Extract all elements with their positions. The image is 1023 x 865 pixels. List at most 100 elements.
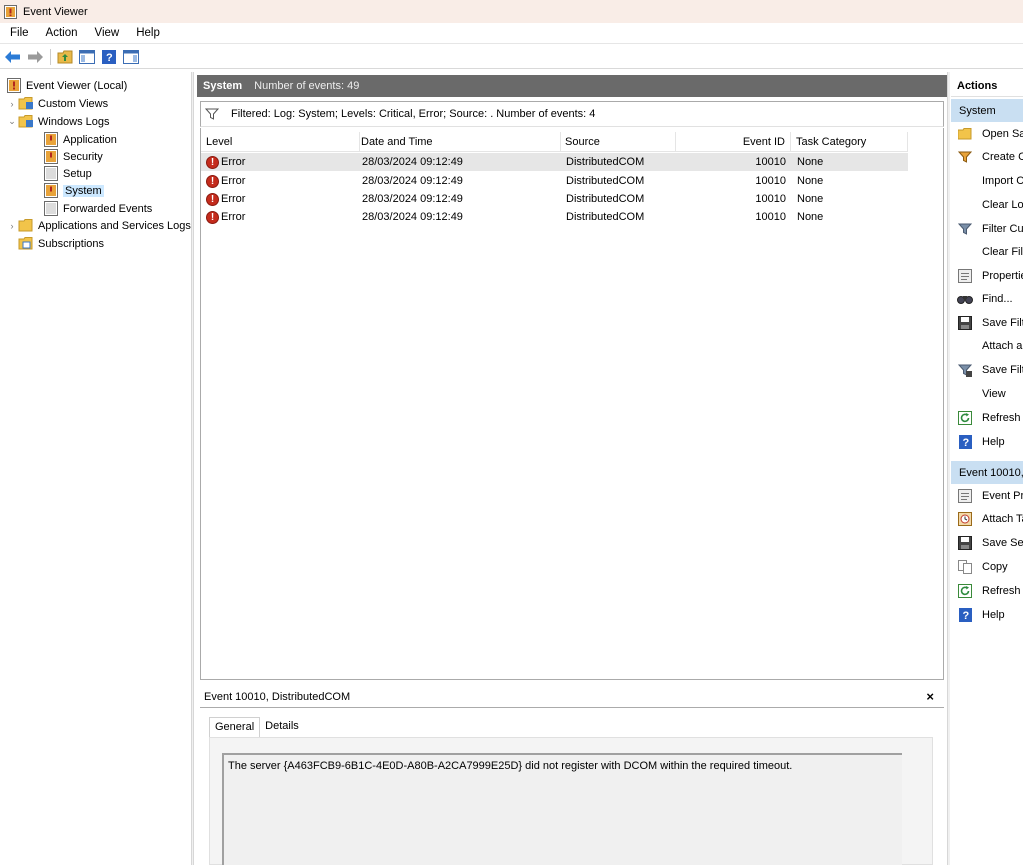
menu-help[interactable]: Help xyxy=(129,27,167,39)
action-clear-filter[interactable]: Clear Filter xyxy=(951,240,1023,263)
copy-icon xyxy=(957,559,973,575)
action-label: Filter Current Log... xyxy=(982,222,1023,235)
task-category-cell: None xyxy=(797,211,824,223)
action-filter-current-log[interactable]: Filter Current Log... xyxy=(951,217,1023,240)
event-id-cell: 10010 xyxy=(755,156,786,168)
tree-item-label: Forwarded Events xyxy=(63,202,153,215)
action-open-saved-log[interactable]: Open Saved Log... xyxy=(951,122,1023,145)
tree-item-system[interactable]: System xyxy=(43,182,104,199)
level-text: Error xyxy=(221,156,246,168)
action-properties[interactable]: Properties xyxy=(951,264,1023,287)
back-button[interactable] xyxy=(4,49,22,65)
event-detail-pane: Event 10010, DistributedCOM × General De… xyxy=(200,686,944,865)
help-toolbar-button[interactable]: ? xyxy=(100,49,118,65)
log-icon xyxy=(44,132,58,147)
menu-view[interactable]: View xyxy=(88,27,127,39)
window-title: Event Viewer xyxy=(23,5,88,18)
action-view[interactable]: View xyxy=(951,382,1023,405)
menu-bar: File Action View Help xyxy=(0,23,1023,44)
table-row[interactable]: ! Error 28/03/2024 09:12:49 DistributedCO… xyxy=(201,153,908,171)
tree-item-setup[interactable]: Setup xyxy=(43,165,92,182)
tree-item-label: Setup xyxy=(63,167,92,180)
tree-item-label: Custom Views xyxy=(38,97,109,110)
tree-item-label: Event Viewer (Local) xyxy=(26,79,128,92)
action-refresh[interactable]: Refresh xyxy=(951,406,1023,429)
actions-section-event[interactable]: Event 10010, DistributedCOM xyxy=(951,461,1023,484)
event-count: Number of events: 49 xyxy=(254,80,360,92)
actions-section-system[interactable]: System xyxy=(951,99,1023,122)
error-icon: ! xyxy=(206,174,219,188)
event-id-cell: 10010 xyxy=(755,193,786,205)
toolbar: ? xyxy=(0,45,1023,69)
action-import-custom-view[interactable]: Import Custom View... xyxy=(951,169,1023,192)
back-arrow-icon xyxy=(5,50,20,63)
tree-item-forwarded-events[interactable]: Forwarded Events xyxy=(43,200,152,217)
tab-details[interactable]: Details xyxy=(260,717,304,738)
column-event-id[interactable]: Event ID xyxy=(676,132,791,152)
tree-item-applications-and-services-logs[interactable]: › Applications and Services Logs xyxy=(6,217,191,234)
action-save-filtered-log[interactable]: Save Filtered Log File As... xyxy=(951,311,1023,334)
tree-item-application[interactable]: Application xyxy=(43,131,117,148)
save-icon xyxy=(957,315,973,331)
show-hide-console-tree-button[interactable] xyxy=(78,49,96,65)
right-splitter[interactable] xyxy=(947,72,950,865)
chevron-right-icon[interactable]: › xyxy=(6,221,18,231)
level-cell: ! Error xyxy=(206,153,245,171)
chevron-right-icon[interactable]: › xyxy=(6,99,18,109)
log-header: System Number of events: 49 xyxy=(197,75,947,97)
event-message[interactable]: The server {A463FCB9-6B1C-4E0D-A80B-A2CA… xyxy=(222,753,902,865)
action-help-event[interactable]: ? Help xyxy=(951,603,1023,626)
action-create-custom-view[interactable]: Create Custom View... xyxy=(951,145,1023,168)
help-icon: ? xyxy=(102,49,116,64)
column-date-and-time[interactable]: Date and Time xyxy=(356,132,561,152)
forward-button[interactable] xyxy=(26,49,44,65)
log-name: System xyxy=(203,80,243,92)
action-refresh-event[interactable]: Refresh xyxy=(951,579,1023,602)
show-hide-action-pane-button[interactable] xyxy=(122,49,140,65)
properties-icon xyxy=(957,488,973,504)
tab-general[interactable]: General xyxy=(209,717,261,738)
left-splitter[interactable] xyxy=(191,72,194,865)
datetime-cell: 28/03/2024 09:12:49 xyxy=(362,175,463,187)
action-attach-task-to-event[interactable]: Attach Task To This Event... xyxy=(951,507,1023,530)
detail-header: Event 10010, DistributedCOM × xyxy=(200,686,944,708)
column-level[interactable]: Level xyxy=(201,132,360,152)
table-row[interactable]: ! Error 28/03/2024 09:12:49 DistributedCO… xyxy=(201,172,908,190)
tree-item-custom-views[interactable]: › Custom Views xyxy=(6,95,108,112)
tree-item-event-viewer-local[interactable]: Event Viewer (Local) xyxy=(6,77,127,94)
events-grid: Level Date and Time Source Event ID Task… xyxy=(200,128,944,680)
column-source[interactable]: Source xyxy=(560,132,676,152)
action-find[interactable]: Find... xyxy=(951,287,1023,310)
open-folder-icon xyxy=(957,126,973,142)
tree-item-security[interactable]: Security xyxy=(43,148,103,165)
menu-action[interactable]: Action xyxy=(39,27,85,39)
grid-header: Level Date and Time Source Event ID Task… xyxy=(201,132,908,152)
filter-save-icon xyxy=(957,362,973,378)
menu-file[interactable]: File xyxy=(3,27,36,39)
action-clear-log[interactable]: Clear Log... xyxy=(951,193,1023,216)
action-label: Save Selected Events... xyxy=(982,536,1023,549)
svg-text:?: ? xyxy=(962,437,969,449)
tree-item-subscriptions[interactable]: Subscriptions xyxy=(6,235,104,252)
tree-item-label: Subscriptions xyxy=(38,237,105,250)
action-copy[interactable]: Copy xyxy=(951,555,1023,578)
table-row[interactable]: ! Error 28/03/2024 09:12:49 DistributedCO… xyxy=(201,190,908,208)
action-help[interactable]: ? Help xyxy=(951,430,1023,453)
table-row[interactable]: ! Error 28/03/2024 09:12:49 DistributedCO… xyxy=(201,208,908,226)
action-label: Copy xyxy=(982,560,1008,573)
up-folder-button[interactable] xyxy=(56,49,74,65)
tree-item-label: Application xyxy=(63,133,117,146)
action-save-filter-to-custom-view[interactable]: Save Filter to Custom View... xyxy=(951,358,1023,381)
svg-text:?: ? xyxy=(962,610,969,622)
tree-item-windows-logs[interactable]: ⌄ Windows Logs xyxy=(6,113,110,130)
close-icon[interactable]: × xyxy=(926,689,934,704)
action-event-properties[interactable]: Event Properties xyxy=(951,484,1023,507)
chevron-down-icon[interactable]: ⌄ xyxy=(6,116,18,127)
action-save-selected-events[interactable]: Save Selected Events... xyxy=(951,531,1023,554)
column-task-category[interactable]: Task Category xyxy=(791,132,908,152)
action-attach-task-to-log[interactable]: Attach a Task To this Log... xyxy=(951,334,1023,357)
subscriptions-icon xyxy=(18,237,33,250)
event-viewer-app-icon xyxy=(4,4,17,19)
folder-icon xyxy=(18,115,33,128)
tree-item-label: Applications and Services Logs xyxy=(38,219,191,232)
